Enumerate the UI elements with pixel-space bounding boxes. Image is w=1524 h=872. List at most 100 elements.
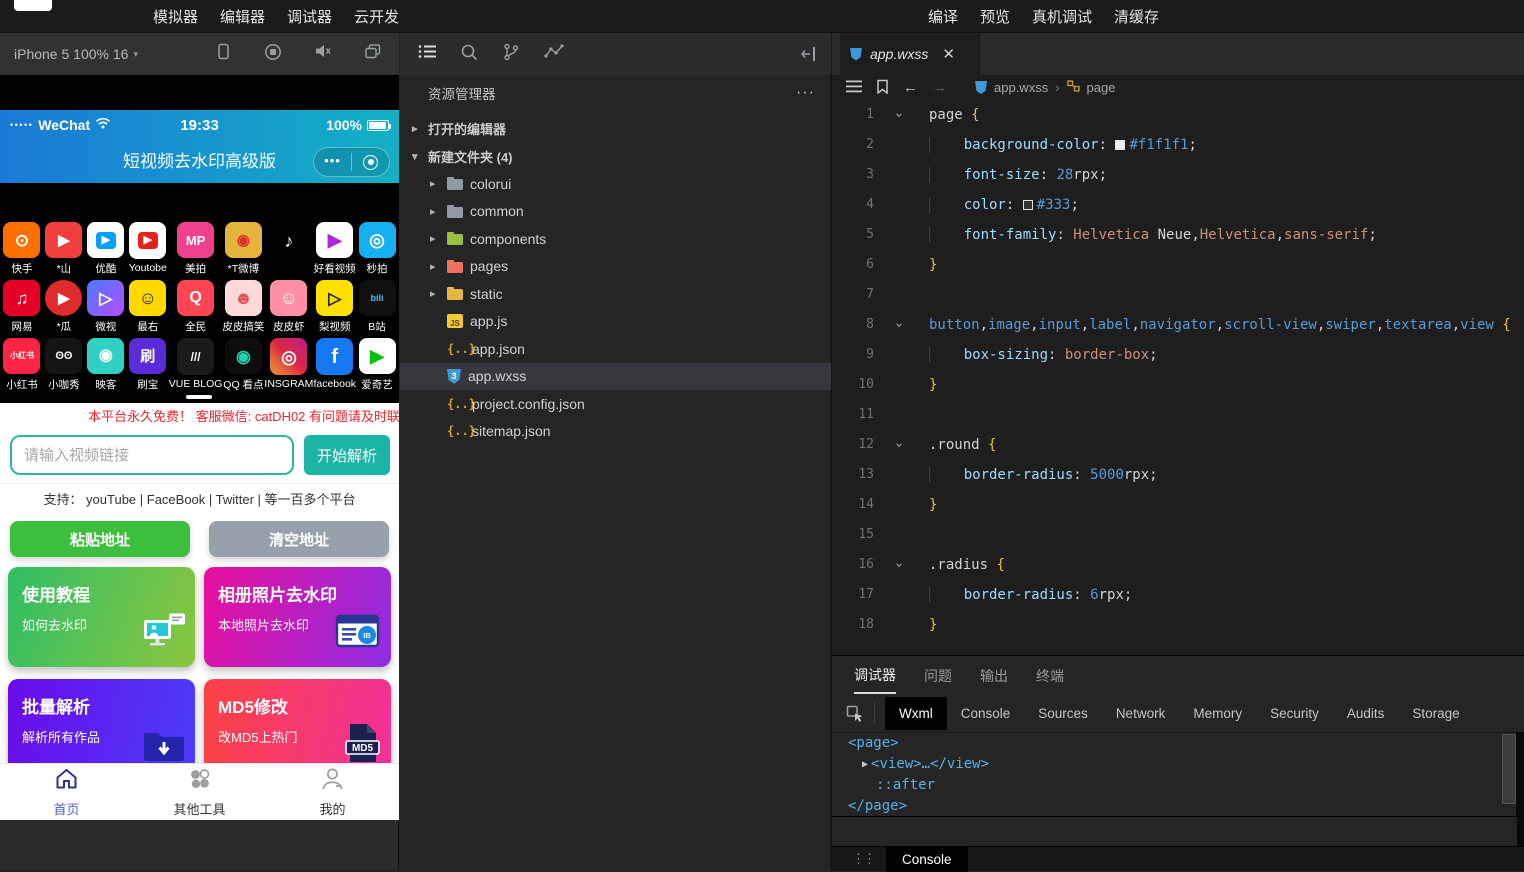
code-content[interactable]: 1 › page {2 background-color: #f1f1f1; 3 fo…: [832, 100, 1524, 655]
fold-chevron-icon[interactable]: ›: [891, 550, 912, 580]
parse-button[interactable]: 开始解析: [304, 435, 390, 475]
app-item[interactable]: bili B站: [356, 280, 398, 334]
console-drawer-tab[interactable]: Console: [886, 846, 968, 872]
app-item[interactable]: ▶ 好看视频: [313, 222, 356, 276]
menu-item[interactable]: 预览: [980, 6, 1010, 27]
file-row[interactable]: ▸ colorui: [400, 170, 831, 198]
file-row[interactable]: JS app.js: [400, 308, 831, 336]
git-branch-icon[interactable]: [502, 43, 520, 66]
devtools-tab-storage[interactable]: Storage: [1398, 697, 1473, 730]
devtools-tab-sources[interactable]: Sources: [1024, 697, 1102, 730]
network-graph-icon[interactable]: [544, 43, 564, 65]
fold-chevron-icon[interactable]: ›: [891, 430, 912, 460]
app-item[interactable]: ♪: [264, 222, 313, 276]
app-item[interactable]: ▶ *山: [43, 222, 85, 276]
menu-item[interactable]: 真机调试: [1032, 6, 1092, 27]
file-row[interactable]: ▸ pages: [400, 253, 831, 281]
app-item[interactable]: ◎ INSGRAM: [264, 338, 313, 392]
app-item[interactable]: ◉ QQ 看点: [222, 338, 264, 392]
bookmark-icon[interactable]: [876, 79, 889, 97]
fold-chevron-icon[interactable]: ›: [891, 310, 912, 340]
explorer-section[interactable]: ▸ 打开的编辑器: [400, 115, 831, 143]
app-item[interactable]: ☺ 最右: [127, 280, 169, 334]
file-row[interactable]: ▸ static: [400, 280, 831, 308]
devtools-tab-wxml[interactable]: Wxml: [885, 696, 947, 730]
close-tab-icon[interactable]: ✕: [942, 45, 955, 63]
tabbar-item-person[interactable]: 我的: [266, 764, 399, 820]
drag-handle-icon[interactable]: ⋮⋮: [852, 851, 876, 867]
file-list-icon[interactable]: [418, 44, 436, 64]
app-item[interactable]: ◉ *T微博: [222, 222, 264, 276]
wxml-node[interactable]: ▶ <view>…</view>: [832, 754, 1524, 775]
close-minipro-icon[interactable]: [352, 154, 389, 170]
breadcrumb-rule[interactable]: page: [1087, 80, 1116, 95]
clear-address-button[interactable]: 清空地址: [209, 521, 389, 557]
app-item[interactable]: Q 全民: [169, 280, 223, 334]
scrollbar-thumb[interactable]: [1502, 734, 1516, 804]
explorer-more-icon[interactable]: ···: [796, 84, 815, 102]
app-item[interactable]: f facebook: [313, 338, 356, 392]
app-item[interactable]: ◎ 秒拍: [356, 222, 398, 276]
devtools-tab-console[interactable]: Console: [947, 697, 1025, 730]
explorer-section[interactable]: ▾ 新建文件夹 (4): [400, 143, 831, 171]
app-item[interactable]: ♫ 网易: [1, 280, 43, 334]
menu-item[interactable]: 清缓存: [1114, 6, 1159, 27]
app-item[interactable]: ⊙ 快手: [1, 222, 43, 276]
breadcrumb-file[interactable]: app.wxss: [994, 80, 1048, 95]
debugger-tab[interactable]: 终端: [1036, 657, 1064, 693]
menu-item[interactable]: 编译: [928, 6, 958, 27]
wxml-node[interactable]: </page>: [832, 796, 1524, 816]
nav-back-icon[interactable]: ←: [903, 79, 918, 96]
more-menu-icon[interactable]: •••: [314, 153, 351, 172]
collapse-panel-icon[interactable]: [801, 46, 819, 67]
nav-forward-icon[interactable]: →: [932, 79, 947, 96]
debugger-tab[interactable]: 问题: [924, 657, 952, 693]
multi-window-icon[interactable]: [348, 43, 398, 66]
outline-icon[interactable]: [846, 80, 862, 96]
inspect-element-icon[interactable]: [846, 702, 875, 724]
wxml-node[interactable]: <page>: [832, 733, 1524, 754]
wxml-node[interactable]: ::after: [832, 775, 1524, 796]
devtools-tab-security[interactable]: Security: [1256, 697, 1333, 730]
app-item[interactable]: ▶ Youtobe: [127, 222, 169, 276]
file-row[interactable]: ▸ common: [400, 198, 831, 226]
app-item[interactable]: ▶ *瓜: [43, 280, 85, 334]
tabbar-item-tools[interactable]: 其他工具: [133, 764, 266, 820]
app-item[interactable]: ▷ 梨视频: [313, 280, 356, 334]
video-link-input[interactable]: [10, 435, 294, 475]
scrollbar-track[interactable]: [1516, 732, 1524, 846]
file-row[interactable]: {..} project.config.json: [400, 390, 831, 418]
menu-item[interactable]: 模拟器: [153, 6, 198, 27]
file-row[interactable]: 3 app.wxss: [400, 362, 831, 390]
feature-card[interactable]: 相册照片去水印 本地照片去水印 IB: [204, 567, 391, 667]
fold-chevron-icon[interactable]: ›: [891, 100, 912, 130]
devtools-tab-memory[interactable]: Memory: [1179, 697, 1256, 730]
app-item[interactable]: ◉ 映客: [85, 338, 127, 392]
search-icon[interactable]: [460, 43, 478, 66]
rotate-device-icon[interactable]: [198, 43, 248, 66]
app-item[interactable]: 刷刷宝: [127, 338, 169, 392]
app-item[interactable]: ▷ 微视: [85, 280, 127, 334]
file-row[interactable]: ▸ components: [400, 225, 831, 253]
file-row[interactable]: {..} app.json: [400, 335, 831, 363]
editor-tab-app-wxss[interactable]: app.wxss ✕: [840, 33, 980, 75]
stop-icon[interactable]: [248, 43, 298, 66]
menu-item[interactable]: 编辑器: [220, 6, 265, 27]
device-selector[interactable]: iPhone 5 100% 16 ▾: [14, 46, 138, 62]
mute-icon[interactable]: [298, 43, 348, 66]
debugger-tab[interactable]: 调试器: [854, 656, 896, 694]
app-item[interactable]: ☺ 皮皮虾: [264, 280, 313, 334]
app-item[interactable]: ☻ 皮皮搞笑: [222, 280, 264, 334]
file-row[interactable]: {..} sitemap.json: [400, 418, 831, 446]
app-item[interactable]: /// VUE BLOG: [169, 338, 222, 392]
devtools-tab-audits[interactable]: Audits: [1333, 697, 1399, 730]
app-item[interactable]: 小红书 小红书: [1, 338, 43, 392]
devtools-tab-network[interactable]: Network: [1102, 697, 1180, 730]
app-item[interactable]: ▶ 爱奇艺: [356, 338, 398, 392]
paste-address-button[interactable]: 粘贴地址: [10, 521, 190, 557]
app-item[interactable]: ʘʘ 小咖秀: [43, 338, 85, 392]
menu-item[interactable]: 调试器: [287, 6, 332, 27]
tabbar-item-home[interactable]: 首页: [0, 764, 133, 820]
menu-item[interactable]: 云开发: [354, 6, 399, 27]
debugger-tab[interactable]: 输出: [980, 657, 1008, 693]
